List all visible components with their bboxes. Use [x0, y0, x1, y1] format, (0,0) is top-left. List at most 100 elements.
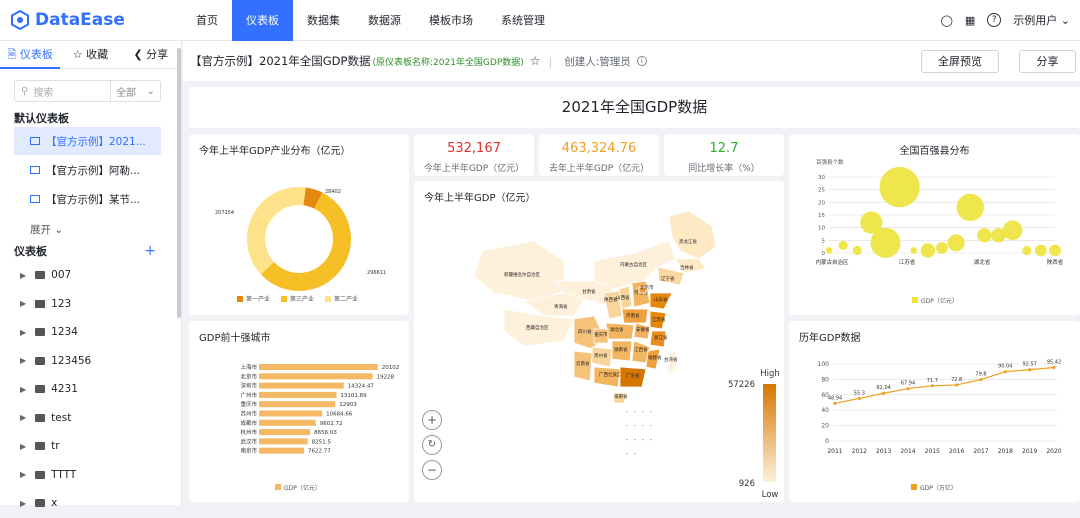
nav-home[interactable]: 首页: [182, 0, 232, 41]
folder-item[interactable]: ▶ x: [0, 489, 181, 518]
visual-map-bar[interactable]: [763, 384, 776, 482]
map-region-label: 江苏省: [652, 316, 666, 323]
default-dashboard-item[interactable]: 【官方示例】某节...: [14, 185, 161, 213]
bar[interactable]: [259, 419, 316, 426]
nav-template-market[interactable]: 模板市场: [415, 0, 487, 41]
tab-share[interactable]: ❮ 分享: [121, 41, 181, 69]
search-input[interactable]: ⚲ 搜索: [14, 80, 111, 102]
bar[interactable]: [259, 373, 373, 380]
bar[interactable]: [259, 382, 344, 389]
bar-chart[interactable]: 上海市 20102 北京市 19228 深圳市 14324.47 广州市 13101.89 重庆…: [189, 321, 409, 502]
tab-favorites[interactable]: ☆ 收藏: [60, 41, 120, 69]
bubble-chart[interactable]: 百强县个数 30 25 20 15 10 5 0内蒙古自治区 江苏省 湖北省 陕西省 GDP（亿元）: [789, 134, 1080, 315]
expand-toggle[interactable]: 展开 ⌄: [0, 213, 181, 241]
folder-item[interactable]: ▶ tr: [0, 432, 181, 461]
bubble[interactable]: [920, 243, 936, 258]
line-point[interactable]: [1052, 365, 1056, 370]
logo[interactable]: DataEase: [0, 10, 182, 30]
folder-label: 4231: [51, 383, 78, 396]
bubble[interactable]: [852, 245, 862, 256]
default-dashboard-item[interactable]: 【官方示例】阿勒...: [14, 156, 161, 184]
bar[interactable]: [259, 391, 337, 398]
bubble[interactable]: [956, 193, 984, 222]
bubble[interactable]: [977, 228, 992, 243]
folder-item[interactable]: ▶ 123: [0, 290, 181, 319]
zoom-out-button[interactable]: −: [422, 460, 442, 480]
line-chart[interactable]: 1008060402002011 2012 2013 2014 2015 2016 2017…: [789, 321, 1080, 502]
fullscreen-preview-button[interactable]: 全屏预览: [921, 50, 999, 73]
line-point[interactable]: [979, 377, 983, 382]
add-icon[interactable]: +: [144, 243, 156, 259]
tab-dashboard[interactable]: 🗎 仪表板: [0, 41, 61, 69]
map-region[interactable]: [473, 240, 565, 302]
share-button[interactable]: 分享: [1019, 50, 1076, 73]
bar[interactable]: [259, 410, 323, 417]
bar[interactable]: [259, 438, 308, 445]
zoom-in-button[interactable]: +: [422, 410, 442, 430]
reset-view-button[interactable]: ↻: [422, 435, 442, 455]
kpi-card: 532,167 今年上半年GDP（亿元）: [414, 134, 534, 176]
info-icon[interactable]: i: [636, 56, 647, 66]
nav-datasource[interactable]: 数据源: [354, 0, 415, 41]
star-icon[interactable]: ☆: [530, 54, 541, 68]
folder-item[interactable]: ▶ 1234: [0, 318, 181, 347]
folder-label: tr: [51, 440, 60, 453]
nav-dataset[interactable]: 数据集: [293, 0, 354, 41]
folder-icon: [35, 499, 46, 508]
bar[interactable]: [259, 401, 336, 408]
visual-map-low: Low: [762, 490, 779, 500]
notification-icon[interactable]: ◯: [941, 14, 953, 27]
dashboard-section-header: 仪表板: [14, 245, 47, 258]
pie-chart[interactable]: 28402 296611 207154 第一产业 第三产业 第二产业: [189, 134, 409, 315]
y-tick-label: 25: [818, 188, 825, 194]
caret-right-icon: ▶: [20, 384, 27, 394]
bubble[interactable]: [870, 227, 901, 258]
map-region-label: 重庆市: [594, 331, 608, 338]
language-icon[interactable]: ▦: [965, 14, 975, 27]
sidebar-scrollbar[interactable]: [177, 48, 181, 318]
china-map[interactable]: 黑龙江省吉林省辽宁省内蒙古自治区新疆维吾尔自治区甘肃省青海省西藏自治区四川省陕西…: [414, 181, 784, 502]
folder-icon: [35, 385, 46, 394]
nav-dashboard[interactable]: 仪表板: [232, 0, 293, 41]
line-data-label: 48.94: [828, 395, 842, 401]
bubble[interactable]: [879, 166, 920, 208]
user-menu[interactable]: 示例用户 ⌄: [1013, 12, 1070, 28]
line-point[interactable]: [955, 383, 959, 387]
folder-item[interactable]: ▶ test: [0, 404, 181, 433]
search-scope-select[interactable]: 全部 ⌄: [111, 80, 161, 102]
line-point[interactable]: [930, 384, 934, 388]
bubble[interactable]: [1022, 245, 1032, 256]
bubble[interactable]: [936, 242, 948, 254]
default-dashboard-item[interactable]: 【官方示例】2021...: [14, 127, 161, 155]
bar[interactable]: [259, 447, 305, 454]
kpi-label: 同比增长率（%）: [688, 164, 760, 174]
bubble[interactable]: [838, 240, 848, 250]
line-point[interactable]: [1003, 370, 1007, 374]
folder-item[interactable]: ▶ 4231: [0, 375, 181, 404]
line-point[interactable]: [857, 396, 861, 401]
help-icon[interactable]: ?: [987, 13, 1002, 27]
bubble[interactable]: [1034, 244, 1047, 257]
y-tick-label: 20: [818, 200, 825, 206]
nav-system-admin[interactable]: 系统管理: [487, 0, 559, 41]
pie-slice[interactable]: [247, 187, 306, 275]
map-region[interactable]: [668, 210, 717, 260]
bubble[interactable]: [1002, 220, 1023, 240]
folder-item[interactable]: ▶ 007: [0, 261, 181, 290]
line-point[interactable]: [833, 401, 837, 405]
y-tick-label: 5: [822, 238, 826, 244]
bubble[interactable]: [1049, 244, 1061, 257]
folder-item[interactable]: ▶ TTTT: [0, 461, 181, 490]
bubble[interactable]: [947, 234, 965, 252]
line-point[interactable]: [1028, 368, 1032, 372]
x-tick-label: 2018: [998, 448, 1013, 455]
bubble[interactable]: [825, 247, 833, 254]
line-point[interactable]: [882, 391, 886, 395]
bar-data-label: 20102: [382, 365, 400, 371]
bar[interactable]: [259, 429, 311, 436]
map-island: [634, 425, 636, 427]
bar[interactable]: [259, 364, 378, 370]
folder-item[interactable]: ▶ 123456: [0, 347, 181, 376]
bubble[interactable]: [910, 247, 918, 254]
line-point[interactable]: [906, 387, 910, 391]
